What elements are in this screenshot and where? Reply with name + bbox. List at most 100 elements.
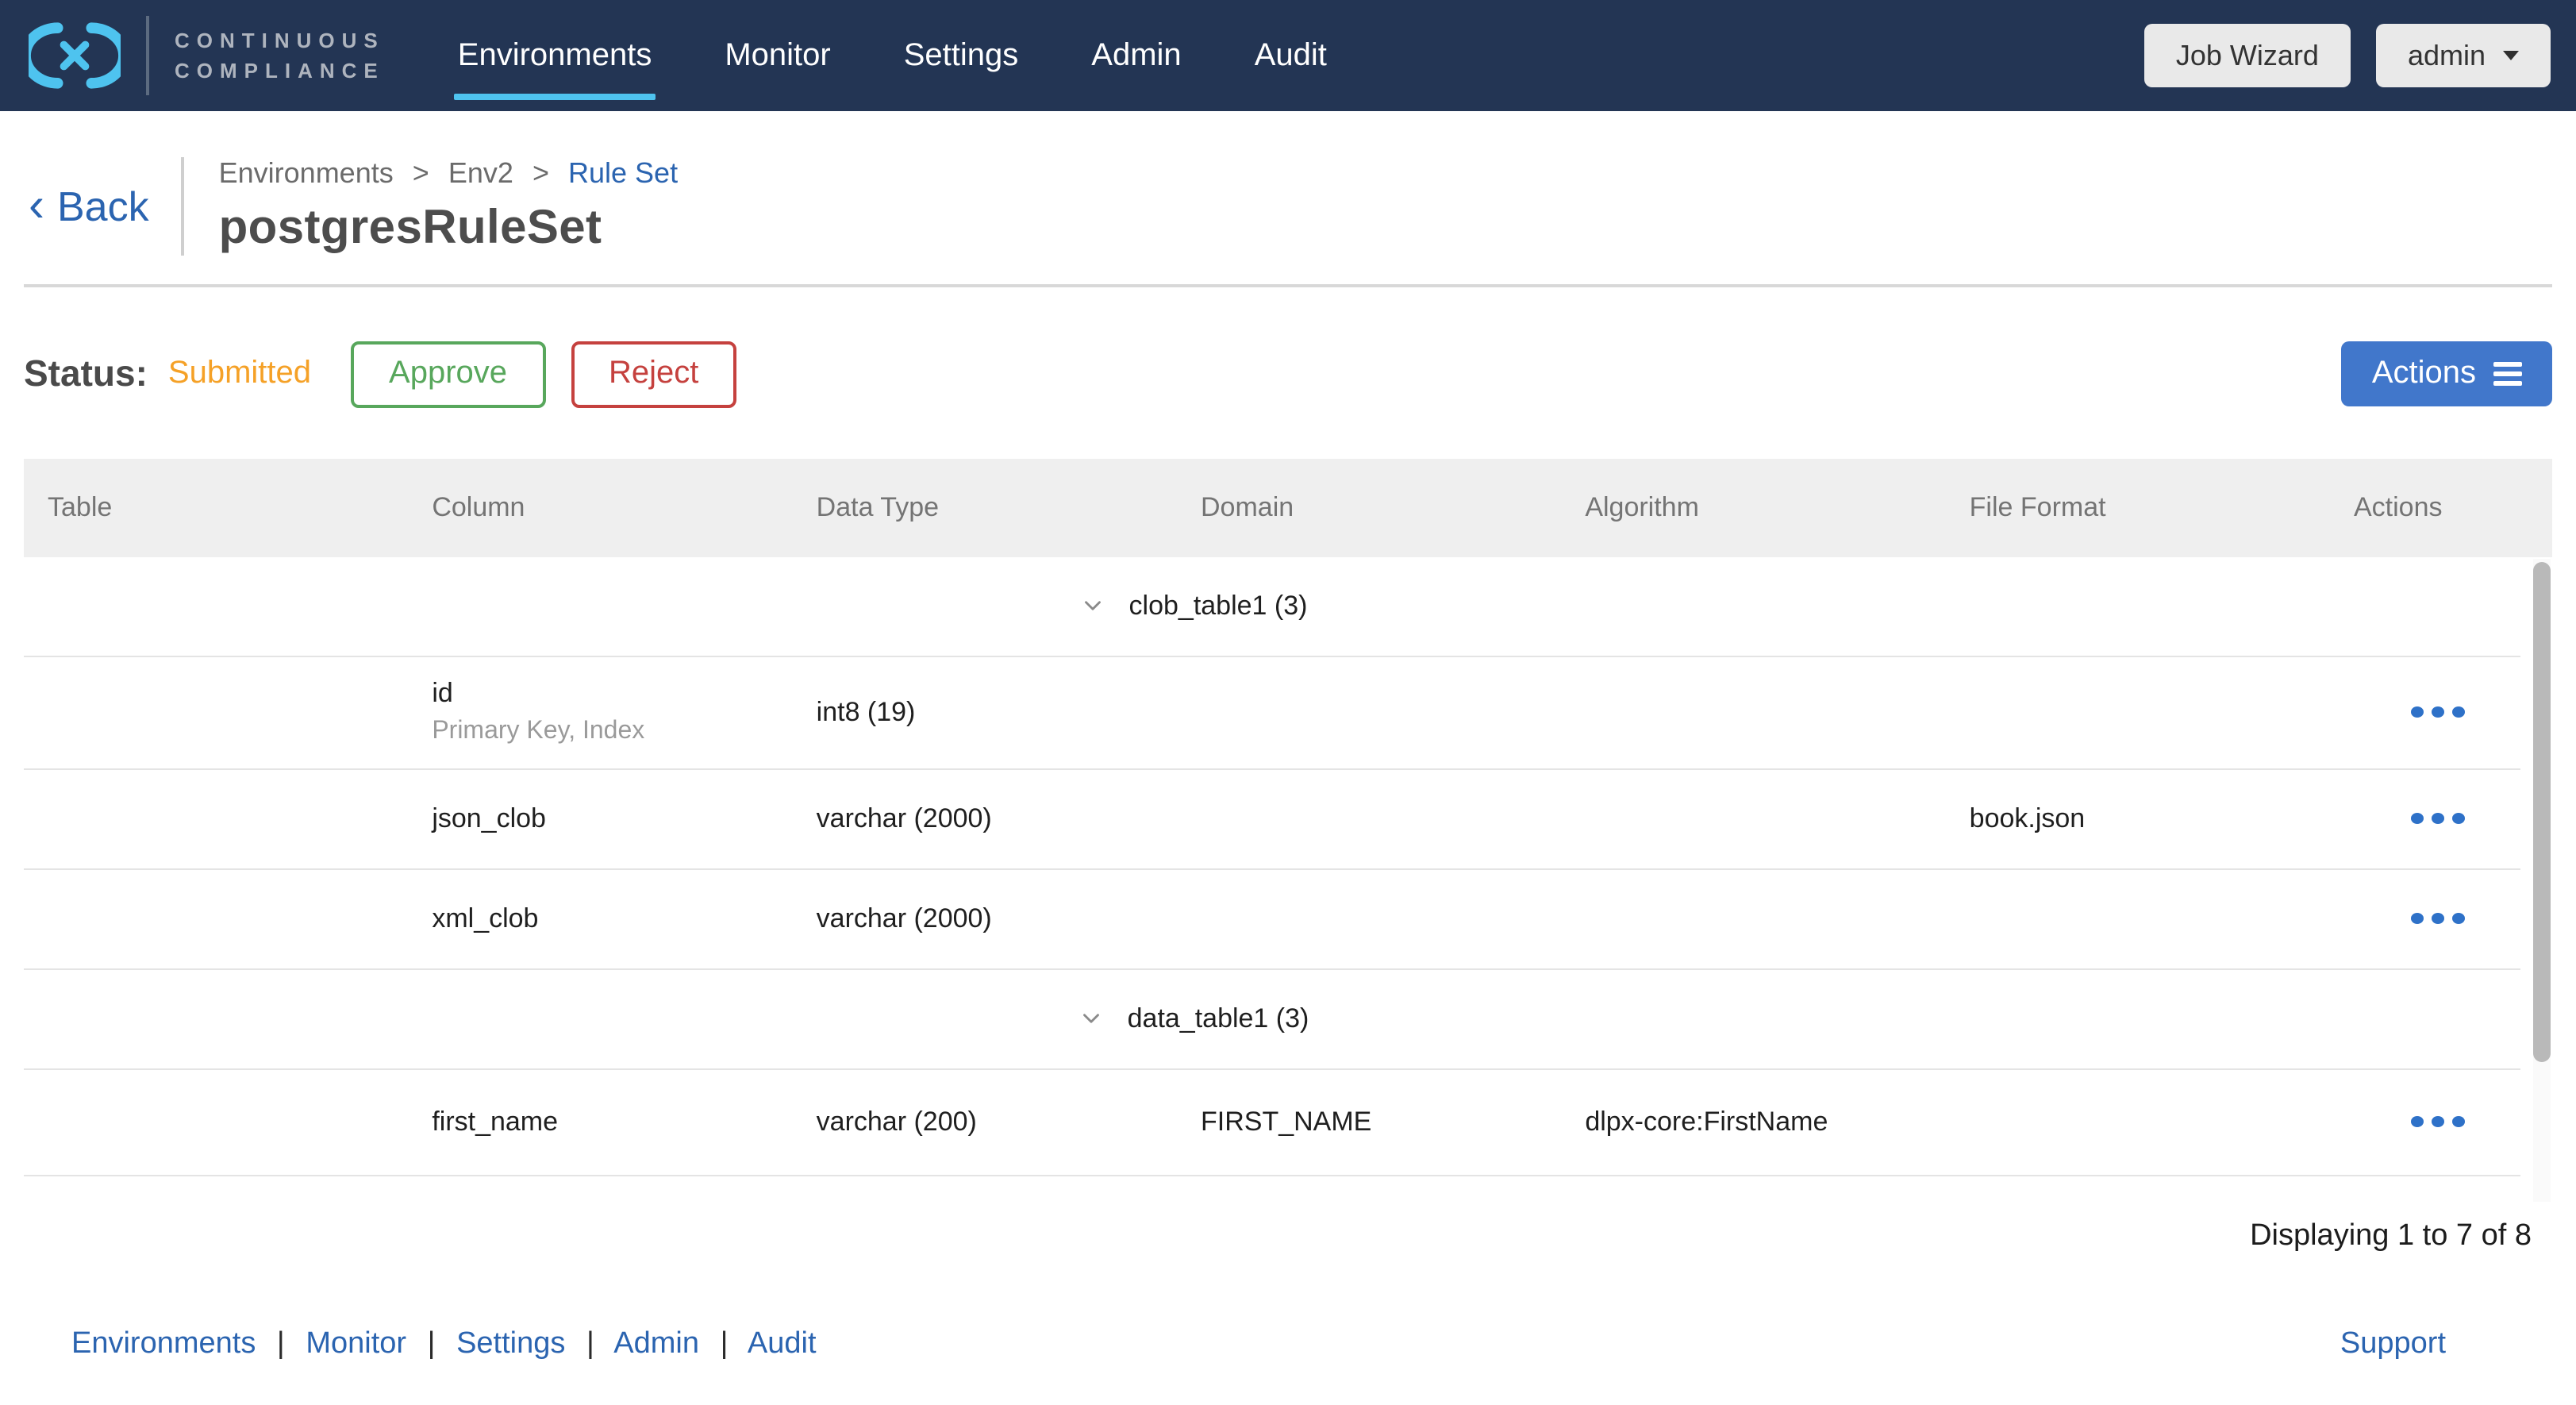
support-link[interactable]: Support: [2340, 1326, 2446, 1361]
cell-file-format: [1946, 656, 2330, 768]
column-name: id: [432, 678, 792, 710]
page-header: ‹ Back Environments > Env2 > Rule Set po…: [24, 154, 2552, 259]
nav-actions: Job Wizard admin: [2144, 24, 2551, 87]
row-actions-menu-icon[interactable]: [2404, 1107, 2470, 1137]
user-menu-label: admin: [2408, 39, 2486, 72]
cell-table: [24, 1176, 408, 1204]
row-actions-menu-icon[interactable]: [2404, 803, 2470, 833]
column-header-actions: Actions: [2330, 491, 2520, 523]
table-row: xml_clob varchar (2000): [24, 869, 2520, 969]
chevron-down-icon: [1080, 592, 1107, 619]
cell-actions: [2330, 1069, 2520, 1174]
row-actions-menu-icon[interactable]: [2404, 697, 2470, 727]
cell-column: id Primary Key, Index: [408, 656, 792, 768]
section-divider: [24, 284, 2552, 287]
delphix-logo-icon: [29, 22, 121, 89]
cell-file-format: [1946, 869, 2330, 968]
breadcrumb-separator: >: [533, 157, 549, 189]
table-header-row: Table Column Data Type Domain Algorithm …: [24, 458, 2552, 556]
hamburger-icon: [2493, 362, 2522, 386]
breadcrumb-separator: >: [413, 157, 429, 189]
back-chevron-icon: ‹: [29, 183, 44, 230]
cell-actions: [2330, 656, 2520, 768]
column-header-file-format: File Format: [1946, 491, 2330, 523]
reject-button[interactable]: Reject: [571, 341, 736, 407]
footer-link-audit[interactable]: Audit: [748, 1326, 817, 1360]
cell-algorithm: [1561, 1176, 1945, 1204]
cell-spacer: [2330, 969, 2520, 1068]
brand[interactable]: CONTINUOUS COMPLIANCE: [19, 16, 385, 95]
top-nav: CONTINUOUS COMPLIANCE Environments Monit…: [0, 0, 2576, 111]
cell-actions: [2330, 869, 2520, 968]
breadcrumb-rule-set[interactable]: Rule Set: [568, 157, 678, 189]
group-toggle[interactable]: clob_table1 (3): [24, 556, 2330, 655]
cell-column: id: [408, 1176, 792, 1204]
row-actions-menu-icon[interactable]: [2404, 903, 2470, 933]
actions-button[interactable]: Actions: [2342, 341, 2552, 406]
cell-table: [24, 769, 408, 868]
footer-link-monitor[interactable]: Monitor: [306, 1326, 406, 1360]
cell-data-type: int8 (19): [793, 1176, 1177, 1204]
cell-algorithm: [1561, 769, 1945, 868]
cell-actions: [2330, 1176, 2520, 1204]
table-row-partial: id int8 (19): [24, 1176, 2520, 1204]
brand-line1: CONTINUOUS: [175, 28, 385, 52]
approve-button[interactable]: Approve: [351, 341, 545, 407]
breadcrumb-env2[interactable]: Env2: [448, 157, 513, 189]
pagination-status: Displaying 1 to 7 of 8: [0, 1218, 2532, 1253]
group-toggle[interactable]: data_table1 (3): [24, 969, 2330, 1068]
nav-item-monitor[interactable]: Monitor: [721, 0, 833, 111]
table-row: json_clob varchar (2000) book.json: [24, 769, 2520, 869]
footer-link-environments[interactable]: Environments: [71, 1326, 256, 1360]
cell-table: [24, 656, 408, 768]
table-scrollbar-track[interactable]: [2533, 558, 2551, 1201]
cell-file-format: [1946, 1176, 2330, 1204]
cell-algorithm: dlpx-core:FirstName: [1561, 1069, 1945, 1174]
footer-separator: |: [721, 1326, 729, 1360]
table-body: clob_table1 (3) id Primary Key, Index in…: [24, 556, 2520, 1204]
column-keys: Primary Key, Index: [432, 718, 792, 746]
brand-text: CONTINUOUS COMPLIANCE: [175, 25, 385, 87]
cell-table: [24, 1069, 408, 1174]
brand-line2: COMPLIANCE: [175, 59, 385, 83]
table-group-row[interactable]: clob_table1 (3): [24, 556, 2520, 656]
footer-link-settings[interactable]: Settings: [456, 1326, 565, 1360]
breadcrumb: Environments > Env2 > Rule Set: [219, 157, 678, 191]
cell-column: first_name: [408, 1069, 792, 1174]
column-header-data-type: Data Type: [793, 491, 1177, 523]
job-wizard-button[interactable]: Job Wizard: [2144, 24, 2351, 87]
header-divider: [181, 157, 184, 256]
user-menu-button[interactable]: admin: [2376, 24, 2551, 87]
cell-table: [24, 869, 408, 968]
caret-down-icon: [2503, 51, 2519, 60]
table-row: id Primary Key, Index int8 (19): [24, 656, 2520, 769]
cell-data-type: varchar (2000): [793, 869, 1177, 968]
primary-nav: Environments Monitor Settings Admin Audi…: [455, 0, 1330, 111]
back-button[interactable]: ‹ Back: [24, 182, 149, 231]
table-scrollbar-thumb[interactable]: [2533, 561, 2551, 1061]
site-footer: Environments | Monitor | Settings | Admi…: [0, 1326, 2576, 1361]
table-row: first_name varchar (200) FIRST_NAME dlpx…: [24, 1069, 2520, 1176]
chevron-down-icon: [1078, 1005, 1105, 1032]
cell-algorithm: [1561, 869, 1945, 968]
cell-actions: [2330, 769, 2520, 868]
nav-item-audit[interactable]: Audit: [1251, 0, 1330, 111]
status-label: Status:: [24, 352, 148, 395]
footer-link-admin[interactable]: Admin: [613, 1326, 699, 1360]
table-group-row[interactable]: data_table1 (3): [24, 969, 2520, 1069]
app-root: CONTINUOUS COMPLIANCE Environments Monit…: [0, 0, 2576, 1405]
nav-item-settings[interactable]: Settings: [901, 0, 1022, 111]
job-wizard-label: Job Wizard: [2176, 39, 2319, 72]
nav-item-admin[interactable]: Admin: [1088, 0, 1184, 111]
footer-separator: |: [277, 1326, 285, 1360]
cell-spacer: [2330, 556, 2520, 655]
nav-item-environments[interactable]: Environments: [455, 0, 656, 111]
back-label: Back: [57, 182, 149, 231]
rule-set-table: Table Column Data Type Domain Algorithm …: [24, 458, 2552, 1204]
cell-domain: FIRST_NAME: [1177, 1069, 1561, 1174]
brand-divider: [146, 16, 149, 95]
breadcrumb-environments[interactable]: Environments: [219, 157, 394, 189]
page-title: postgresRuleSet: [219, 202, 678, 256]
cell-domain: [1177, 656, 1561, 768]
status-bar: Status: Submitted Approve Reject Actions: [24, 341, 2552, 407]
